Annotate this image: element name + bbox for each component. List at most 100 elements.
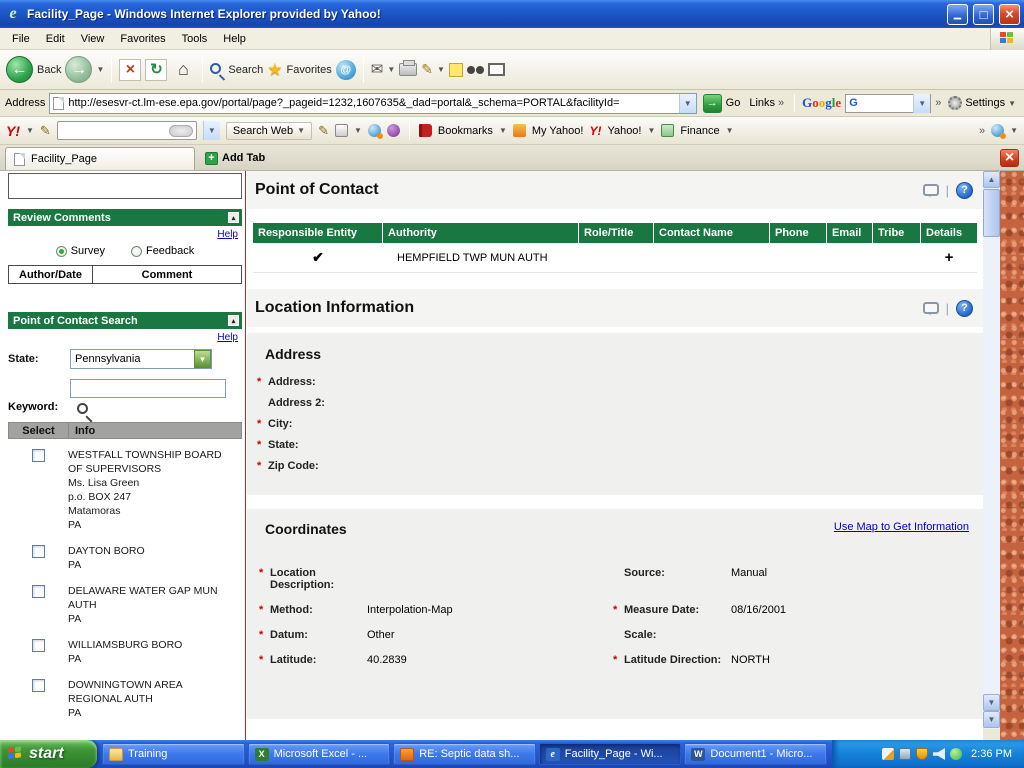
bookmarks-dropdown-icon[interactable] — [499, 126, 507, 135]
address-input[interactable]: http://esesvr-ct.lm-ese.epa.gov/portal/p… — [49, 93, 696, 114]
print-button[interactable] — [399, 63, 417, 76]
forward-button[interactable] — [65, 56, 92, 83]
yahoo-y-icon[interactable]: Y! — [589, 124, 601, 138]
messenger-icon[interactable] — [950, 748, 962, 760]
search-icon[interactable] — [210, 63, 221, 74]
settings-menu[interactable]: Settings — [945, 96, 1019, 110]
close-button[interactable] — [999, 4, 1020, 25]
address-dropdown-icon[interactable] — [679, 94, 696, 113]
details-expand-button[interactable]: + — [921, 249, 977, 266]
radio-feedback[interactable]: Feedback — [131, 245, 194, 257]
start-button[interactable]: start — [0, 740, 97, 768]
mail-button[interactable] — [371, 60, 384, 79]
search-label[interactable]: Search — [228, 64, 263, 76]
yahoo-search-input[interactable] — [57, 121, 197, 140]
finance-icon[interactable] — [661, 124, 674, 137]
network-dropdown-icon[interactable] — [1010, 126, 1018, 135]
window-tool-icon[interactable] — [335, 124, 348, 137]
finance-label[interactable]: Finance — [680, 125, 719, 137]
add-tab-button[interactable]: Add Tab — [201, 148, 273, 168]
pen-tool-icon[interactable] — [318, 123, 329, 139]
scroll-down-button[interactable] — [983, 694, 1000, 711]
menu-file[interactable]: File — [4, 30, 38, 48]
collapse-icon[interactable] — [228, 212, 239, 223]
links-menu[interactable]: Links — [746, 97, 787, 109]
menu-tools[interactable]: Tools — [174, 30, 216, 48]
my-yahoo-icon[interactable] — [513, 124, 526, 137]
use-map-link[interactable]: Use Map to Get Information — [834, 521, 969, 533]
task-training[interactable]: Training — [102, 743, 245, 765]
history-dropdown-icon[interactable] — [96, 65, 104, 74]
scroll-up-button[interactable] — [983, 171, 1000, 188]
yahoo-logo[interactable]: Y! — [6, 123, 20, 139]
yahoo-overflow-chevron-icon[interactable] — [979, 125, 985, 137]
web-assistant-icon[interactable] — [336, 60, 356, 80]
go-button[interactable]: Go — [701, 94, 743, 113]
back-button[interactable] — [6, 56, 33, 83]
yahoo-home-dropdown-icon[interactable] — [648, 126, 656, 135]
bookmarks-label[interactable]: Bookmarks — [438, 125, 493, 137]
edit-dropdown-icon[interactable] — [437, 65, 445, 74]
favorites-star-icon[interactable] — [267, 60, 282, 80]
menu-view[interactable]: View — [73, 30, 113, 48]
google-dropdown-icon[interactable] — [913, 94, 930, 113]
favorites-label[interactable]: Favorites — [287, 64, 332, 76]
poc-search-help-link[interactable]: Help — [8, 332, 238, 343]
finance-dropdown-icon[interactable] — [726, 126, 734, 135]
state-select[interactable]: Pennsylvania — [70, 349, 212, 369]
result-checkbox[interactable] — [32, 585, 45, 598]
bookmarks-icon[interactable] — [419, 124, 432, 137]
tab-facility-page[interactable]: Facility_Page — [5, 147, 195, 170]
scroll-down-button-2[interactable] — [983, 711, 1000, 728]
radio-survey[interactable]: Survey — [56, 245, 105, 257]
edit-page-button[interactable] — [421, 61, 433, 79]
window-tool-dropdown-icon[interactable] — [354, 126, 362, 135]
volume-icon[interactable] — [933, 748, 945, 760]
task-word[interactable]: Document1 - Micro... — [684, 743, 827, 765]
menu-edit[interactable]: Edit — [38, 30, 73, 48]
keyword-input[interactable] — [70, 379, 226, 398]
vertical-scrollbar[interactable] — [983, 171, 1000, 740]
search-web-button[interactable]: Search Web — [226, 122, 312, 140]
maximize-button[interactable] — [973, 4, 994, 25]
overflow-chevron-icon[interactable] — [935, 97, 941, 109]
scroll-thumb[interactable] — [983, 189, 1000, 237]
display-icon[interactable] — [899, 748, 911, 760]
address-url[interactable]: http://esesvr-ct.lm-ese.epa.gov/portal/p… — [68, 97, 674, 109]
menu-favorites[interactable]: Favorites — [112, 30, 173, 48]
security-shield-icon[interactable] — [916, 748, 928, 760]
task-excel[interactable]: Microsoft Excel - ... — [248, 743, 391, 765]
notes-button[interactable] — [449, 63, 463, 77]
panels-button[interactable] — [488, 63, 505, 76]
result-checkbox[interactable] — [32, 449, 45, 462]
radio-feedback-icon[interactable] — [131, 246, 142, 257]
menu-help[interactable]: Help — [215, 30, 254, 48]
result-checkbox[interactable] — [32, 545, 45, 558]
keyword-search-icon[interactable] — [77, 403, 88, 414]
mail-dropdown-icon[interactable] — [387, 65, 395, 74]
close-tab-button[interactable] — [1000, 149, 1019, 167]
task-facility-page[interactable]: Facility_Page - Wi... — [539, 743, 682, 765]
result-checkbox[interactable] — [32, 679, 45, 692]
comment-bubble-icon[interactable] — [923, 302, 939, 314]
radio-survey-icon[interactable] — [56, 246, 67, 257]
refresh-button[interactable] — [145, 59, 167, 81]
result-checkbox[interactable] — [32, 639, 45, 652]
collapse-icon[interactable] — [228, 315, 239, 326]
stop-button[interactable] — [119, 59, 141, 81]
find-button[interactable] — [467, 66, 475, 74]
yahoo-search-dropdown-icon[interactable] — [203, 121, 220, 140]
task-email[interactable]: RE: Septic data sh... — [393, 743, 536, 765]
my-yahoo-label[interactable]: My Yahoo! — [532, 125, 584, 137]
help-icon[interactable]: ? — [956, 300, 973, 317]
pen-input-icon[interactable] — [882, 748, 894, 760]
help-icon[interactable]: ? — [956, 182, 973, 199]
network-status-icon[interactable] — [991, 124, 1004, 137]
pencil-icon[interactable] — [40, 123, 51, 139]
yahoo-home-label[interactable]: Yahoo! — [607, 125, 641, 137]
google-search-input[interactable]: G — [845, 94, 931, 113]
minimize-button[interactable] — [947, 4, 968, 25]
messenger-tool-icon[interactable] — [387, 124, 400, 137]
comment-bubble-icon[interactable] — [923, 184, 939, 196]
yahoo-logo-dropdown-icon[interactable] — [26, 126, 34, 135]
